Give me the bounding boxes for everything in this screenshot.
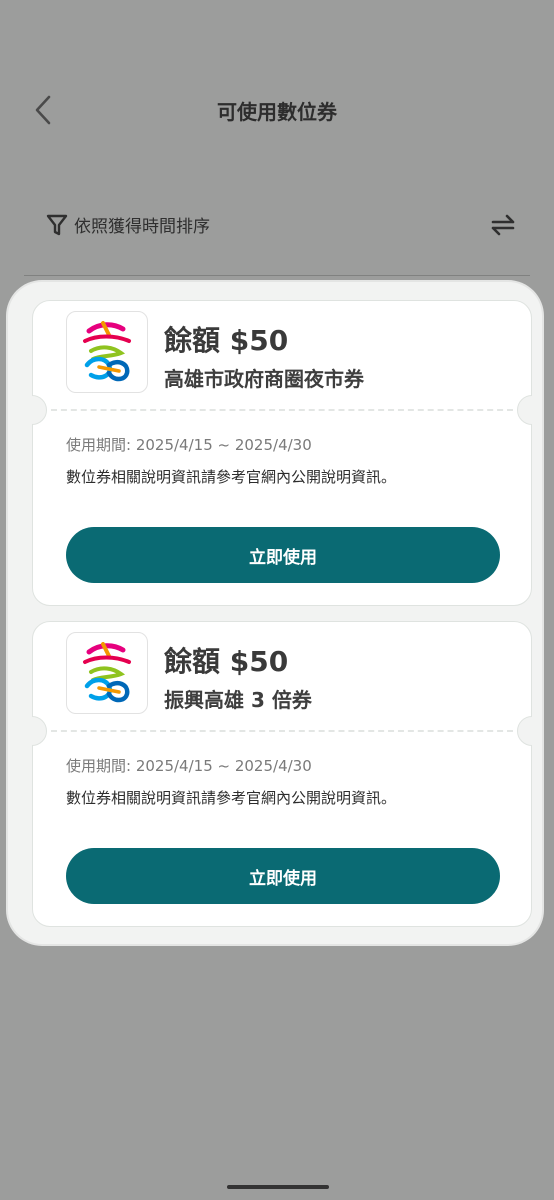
voucher-sheet: 餘額 $50 高雄市政府商圈夜市券 使用期間: 2025/4/15 ~ 2025… [8,282,542,944]
home-indicator[interactable] [227,1185,329,1189]
voucher-balance: 餘額 $50 [164,645,289,678]
voucher-period: 使用期間: 2025/4/15 ~ 2025/4/30 [66,757,312,775]
swap-arrows-icon [491,214,515,236]
ticket-notch-left [32,395,47,425]
voucher-name: 振興高雄 3 倍券 [164,688,312,712]
divider [24,275,530,276]
voucher-balance: 餘額 $50 [164,324,289,357]
voucher-description: 數位券相關說明資訊請參考官網內公開說明資訊。 [66,789,397,807]
ticket-perforation [51,409,513,411]
use-now-button[interactable]: 立即使用 [66,527,500,583]
voucher-description: 數位券相關說明資訊請參考官網內公開說明資訊。 [66,468,397,486]
voucher-period: 使用期間: 2025/4/15 ~ 2025/4/30 [66,436,312,454]
app-header: 可使用數位券 [0,0,554,150]
ticket-notch-left [32,716,47,746]
use-now-button[interactable]: 立即使用 [66,848,500,904]
voucher-card: 餘額 $50 振興高雄 3 倍券 使用期間: 2025/4/15 ~ 2025/… [32,621,532,927]
page-title: 可使用數位券 [217,100,337,124]
ticket-notch-right [517,395,532,425]
kaohsiung-logo-icon [66,311,148,393]
voucher-card: 餘額 $50 高雄市政府商圈夜市券 使用期間: 2025/4/15 ~ 2025… [32,300,532,606]
ticket-notch-right [517,716,532,746]
voucher-name: 高雄市政府商圈夜市券 [164,367,364,391]
sort-label: 依照獲得時間排序 [74,217,210,237]
kaohsiung-logo-icon [66,632,148,714]
filter-bar: 依照獲得時間排序 [24,200,530,250]
ticket-perforation [51,730,513,732]
sort-button[interactable]: 依照獲得時間排序 [46,212,210,237]
filter-icon [46,214,68,235]
swap-order-button[interactable] [488,210,518,240]
